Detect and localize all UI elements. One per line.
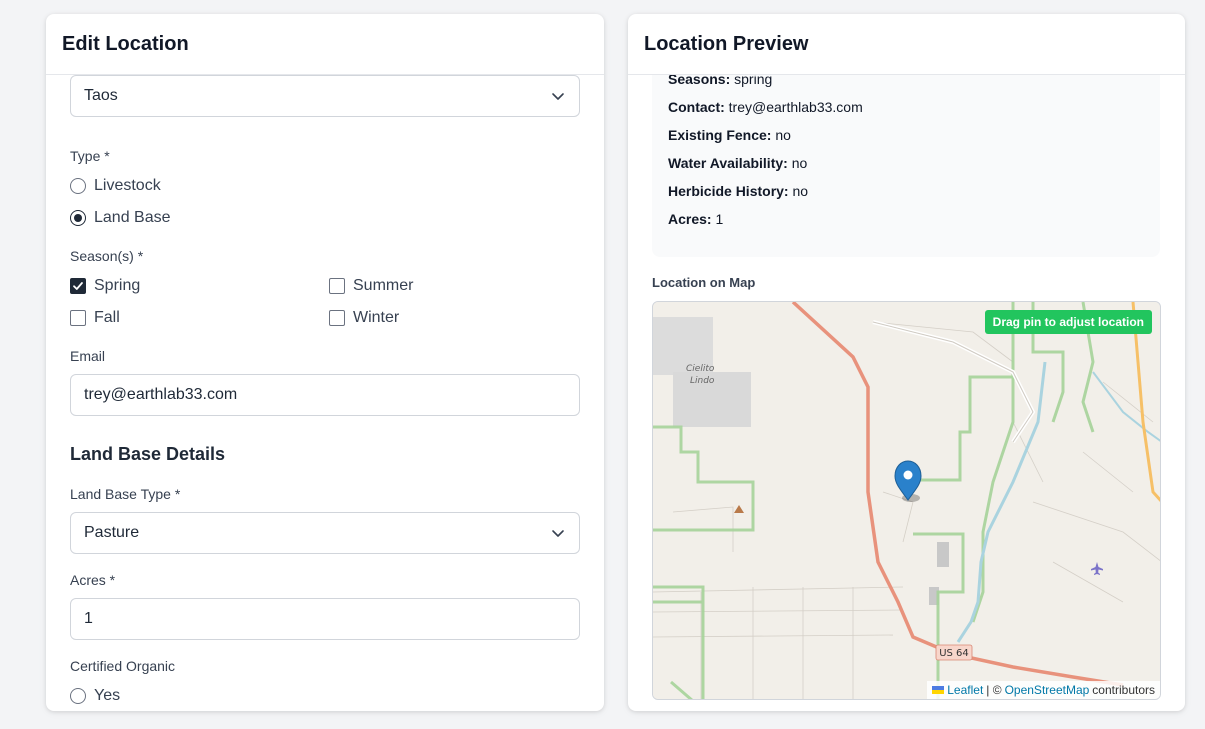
- season-summer[interactable]: Summer: [329, 277, 413, 295]
- email-label: Email: [70, 348, 106, 364]
- season-spring[interactable]: Spring: [70, 277, 140, 295]
- type-option-livestock[interactable]: Livestock: [70, 177, 161, 195]
- county-select-value: Taos: [84, 87, 118, 104]
- edit-location-panel: Edit Location Taos Type * Livestock Land…: [46, 14, 604, 711]
- map-road-label: US 64: [939, 648, 969, 659]
- map-building: [937, 542, 949, 567]
- edit-location-header: Edit Location: [46, 14, 604, 75]
- location-preview-panel: Location Preview Seasons: spring Contact…: [628, 14, 1185, 711]
- land-base-type-select[interactable]: Pasture: [70, 512, 580, 554]
- map-place-label: Lindo: [690, 376, 715, 386]
- checkbox-fall[interactable]: [70, 310, 86, 326]
- detail-contact: Contact: trey@earthlab33.com: [668, 99, 863, 115]
- attribution-suffix: contributors: [1092, 683, 1155, 697]
- land-base-details-title: Land Base Details: [70, 444, 226, 464]
- organic-option-yes[interactable]: Yes: [70, 687, 120, 705]
- acres-input[interactable]: [70, 598, 580, 640]
- leaflet-link[interactable]: Leaflet: [947, 683, 983, 697]
- chevron-down-icon: [552, 93, 564, 100]
- detail-seasons: Seasons: spring: [668, 75, 773, 87]
- openstreetmap-link[interactable]: OpenStreetMap: [1005, 683, 1090, 697]
- location-details-box: Seasons: spring Contact: trey@earthlab33…: [652, 75, 1160, 257]
- map-tiles[interactable]: Cielito Lindo US 64: [653, 302, 1161, 700]
- attribution-separator: | ©: [986, 683, 1002, 697]
- checkbox-summer[interactable]: [329, 278, 345, 294]
- location-preview-body[interactable]: Seasons: spring Contact: trey@earthlab33…: [628, 75, 1185, 711]
- seasons-label: Season(s) *: [70, 248, 144, 264]
- map-place-label: Cielito: [686, 364, 715, 374]
- land-base-type-value: Pasture: [84, 524, 140, 541]
- detail-herbicide-history: Herbicide History: no: [668, 183, 809, 199]
- edit-location-form[interactable]: Taos Type * Livestock Land Base Season(s…: [46, 75, 604, 711]
- drag-pin-badge: Drag pin to adjust location: [984, 310, 1152, 334]
- detail-acres: Acres: 1: [668, 211, 724, 227]
- season-fall-label: Fall: [94, 309, 120, 326]
- check-icon: [73, 282, 83, 290]
- location-preview-title: Location Preview: [644, 32, 809, 55]
- organic-option-yes-label: Yes: [94, 687, 121, 704]
- radio-land-base[interactable]: [70, 210, 86, 226]
- season-winter-label: Winter: [353, 309, 400, 326]
- type-option-land-base[interactable]: Land Base: [70, 209, 171, 227]
- season-winter[interactable]: Winter: [329, 309, 399, 327]
- county-select[interactable]: Taos: [70, 75, 580, 117]
- edit-location-title: Edit Location: [62, 32, 189, 55]
- type-option-livestock-label: Livestock: [94, 177, 161, 194]
- type-option-land-base-label: Land Base: [94, 209, 171, 226]
- type-label: Type *: [70, 148, 110, 164]
- radio-organic-yes[interactable]: [70, 688, 86, 704]
- chevron-down-icon: [552, 530, 564, 537]
- land-base-type-label: Land Base Type *: [70, 486, 181, 502]
- season-summer-label: Summer: [353, 277, 414, 294]
- season-fall[interactable]: Fall: [70, 309, 120, 327]
- checkbox-winter[interactable]: [329, 310, 345, 326]
- detail-existing-fence: Existing Fence: no: [668, 127, 791, 143]
- certified-organic-label: Certified Organic: [70, 658, 176, 674]
- detail-water-availability: Water Availability: no: [668, 155, 808, 171]
- radio-livestock[interactable]: [70, 178, 86, 194]
- email-input[interactable]: [70, 374, 580, 416]
- ukraine-flag-icon: [932, 686, 945, 694]
- location-preview-header: Location Preview: [628, 14, 1185, 75]
- location-on-map-label: Location on Map: [652, 275, 756, 290]
- map-attribution: Leaflet | © OpenStreetMap contributors: [927, 681, 1160, 699]
- acres-label: Acres *: [70, 572, 116, 588]
- location-map[interactable]: Cielito Lindo US 64 Drag pin to adjust l…: [652, 301, 1161, 700]
- season-spring-label: Spring: [94, 277, 141, 294]
- checkbox-spring[interactable]: [70, 278, 86, 294]
